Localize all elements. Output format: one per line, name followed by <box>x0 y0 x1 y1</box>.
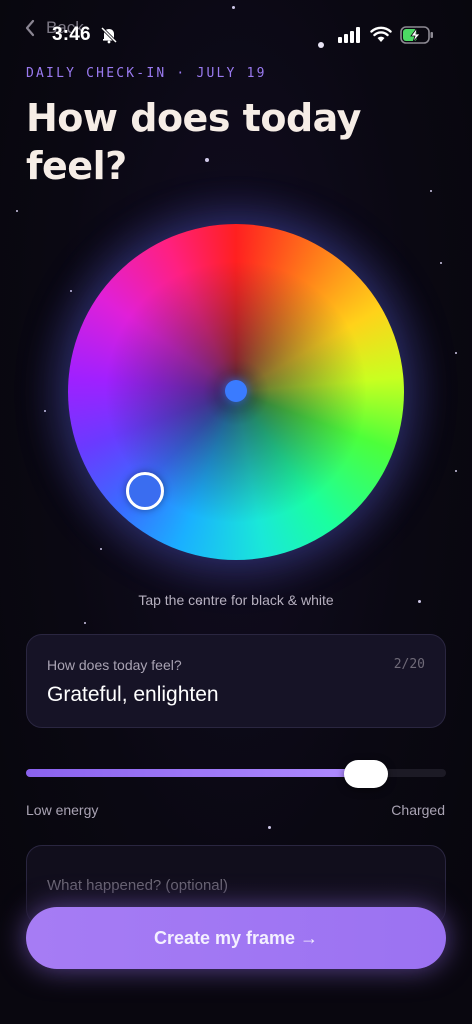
battery-charging-icon <box>400 26 433 44</box>
energy-low-label: Low energy <box>26 802 99 818</box>
mood-input-card[interactable]: How does today feel? 2/20 Grateful, enli… <box>26 634 446 728</box>
daily-checkin-screen: Back 3:46 DAILY CHECK-IN · JULY 19 How d… <box>0 0 472 1024</box>
color-wheel[interactable] <box>28 184 444 600</box>
status-time: 3:46 <box>52 24 91 45</box>
mood-character-counter: 2/20 <box>393 657 425 672</box>
cellular-signal-icon <box>338 27 360 43</box>
bell-off-icon <box>100 26 118 44</box>
status-bar: Back 3:46 <box>0 0 472 60</box>
create-frame-button[interactable]: Create my frame → <box>26 907 446 969</box>
chevron-left-icon <box>25 19 35 37</box>
energy-high-label: Charged <box>391 802 445 818</box>
page-title: How does today feel? <box>26 96 361 188</box>
wifi-icon <box>370 26 392 42</box>
slider-thumb[interactable] <box>344 760 388 788</box>
energy-slider[interactable] <box>26 760 446 788</box>
color-picker-handle[interactable] <box>126 472 164 510</box>
mood-input-label: How does today feel? <box>47 657 182 673</box>
wheel-center-button[interactable] <box>225 380 247 402</box>
slider-fill <box>26 769 366 777</box>
date-eyebrow: DAILY CHECK-IN · JULY 19 <box>26 66 267 81</box>
mood-input-value[interactable]: Grateful, enlighten <box>47 683 219 707</box>
wheel-hint: Tap the centre for black & white <box>138 592 334 608</box>
